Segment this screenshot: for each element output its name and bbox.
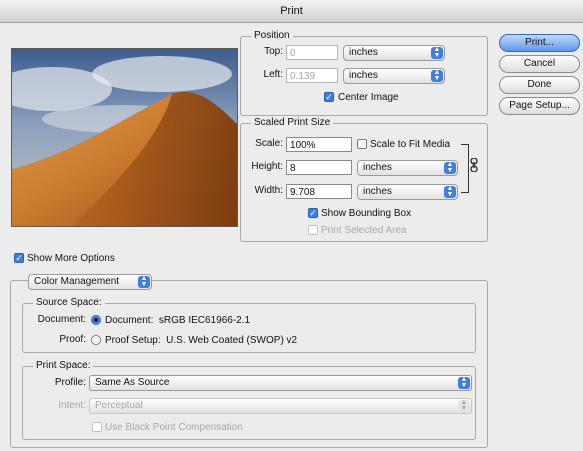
more-options-select[interactable]: Color Management ▲ ▼ xyxy=(28,274,152,290)
black-point-label: Use Black Point Compensation xyxy=(105,422,243,433)
position-title: Position xyxy=(251,30,293,42)
show-more-options-label: Show More Options xyxy=(27,253,115,264)
top-label: Top: xyxy=(264,46,283,57)
desert-dune-image xyxy=(12,49,237,226)
popup-arrows-icon: ▲ ▼ xyxy=(458,399,470,412)
popup-arrows-icon: ▲ ▼ xyxy=(444,161,456,174)
scale-input[interactable]: 100% xyxy=(286,137,352,152)
document-radio[interactable] xyxy=(91,315,101,325)
left-label: Left: xyxy=(263,69,283,80)
link-icon[interactable] xyxy=(470,157,478,173)
center-image-checkbox[interactable]: ✓ xyxy=(324,92,334,102)
print-space-title: Print Space: xyxy=(33,360,94,372)
popup-arrows-icon: ▲ ▼ xyxy=(458,376,470,389)
print-button[interactable]: Print... xyxy=(499,34,580,52)
document-label: Document: xyxy=(37,314,86,325)
show-more-options-checkbox[interactable]: ✓ xyxy=(14,253,24,263)
constrain-proportions-bracket xyxy=(461,144,469,193)
window-titlebar: Print xyxy=(0,0,583,23)
proof-option-label: Proof Setup: U.S. Web Coated (SWOP) v2 xyxy=(105,335,298,346)
check-icon: ✓ xyxy=(15,253,23,263)
popup-arrows-icon: ▲ ▼ xyxy=(431,69,443,82)
profile-value: Same As Source xyxy=(95,377,170,388)
popup-arrows-icon: ▲ ▼ xyxy=(138,275,150,288)
window-title: Print xyxy=(280,5,303,17)
document-option-label: Document: sRGB IEC61966-2.1 xyxy=(105,315,251,326)
center-image-label: Center Image xyxy=(338,92,399,103)
popup-arrows-icon: ▲ ▼ xyxy=(431,46,443,59)
proof-radio[interactable] xyxy=(91,335,101,345)
intent-select[interactable]: Perceptual ▲ ▼ xyxy=(89,398,472,414)
show-bounding-box-checkbox[interactable]: ✓ xyxy=(308,208,318,218)
width-unit-value: inches xyxy=(363,186,392,197)
done-button[interactable]: Done xyxy=(499,76,580,94)
source-space-title: Source Space: xyxy=(33,297,105,309)
scaled-print-size-title: Scaled Print Size xyxy=(251,117,334,129)
height-unit-select[interactable]: inches ▲ ▼ xyxy=(357,160,458,176)
top-unit-select[interactable]: inches ▲ ▼ xyxy=(343,45,445,61)
scale-to-fit-checkbox[interactable] xyxy=(357,139,367,149)
print-selected-area-checkbox[interactable] xyxy=(308,225,318,235)
height-input[interactable]: 8 xyxy=(286,160,352,175)
black-point-checkbox[interactable] xyxy=(92,422,102,432)
intent-value: Perceptual xyxy=(95,400,143,411)
profile-select[interactable]: Same As Source ▲ ▼ xyxy=(89,375,472,391)
left-unit-select[interactable]: inches ▲ ▼ xyxy=(343,68,445,84)
more-options-value: Color Management xyxy=(34,276,120,287)
popup-arrows-icon: ▲ ▼ xyxy=(444,185,456,198)
print-selected-area-label: Print Selected Area xyxy=(321,225,407,236)
proof-label: Proof: xyxy=(59,334,86,345)
show-bounding-box-label: Show Bounding Box xyxy=(321,208,412,219)
check-icon: ✓ xyxy=(309,208,317,218)
width-label: Width: xyxy=(254,185,283,196)
width-input[interactable]: 9.708 xyxy=(286,184,352,199)
top-input[interactable]: 0 xyxy=(286,45,338,60)
top-unit-value: inches xyxy=(349,47,378,58)
height-unit-value: inches xyxy=(363,162,392,173)
width-unit-select[interactable]: inches ▲ ▼ xyxy=(357,184,458,200)
check-icon: ✓ xyxy=(325,92,333,102)
page-setup-button[interactable]: Page Setup... xyxy=(499,97,580,115)
profile-label: Profile: xyxy=(54,377,86,388)
image-preview xyxy=(11,48,238,227)
left-unit-value: inches xyxy=(349,70,378,81)
height-label: Height: xyxy=(251,161,283,172)
intent-label: Intent: xyxy=(58,400,86,411)
scale-to-fit-label: Scale to Fit Media xyxy=(370,139,451,150)
cancel-button[interactable]: Cancel xyxy=(499,55,580,73)
left-input[interactable]: 0.139 xyxy=(286,68,338,83)
scale-label: Scale: xyxy=(255,138,283,149)
